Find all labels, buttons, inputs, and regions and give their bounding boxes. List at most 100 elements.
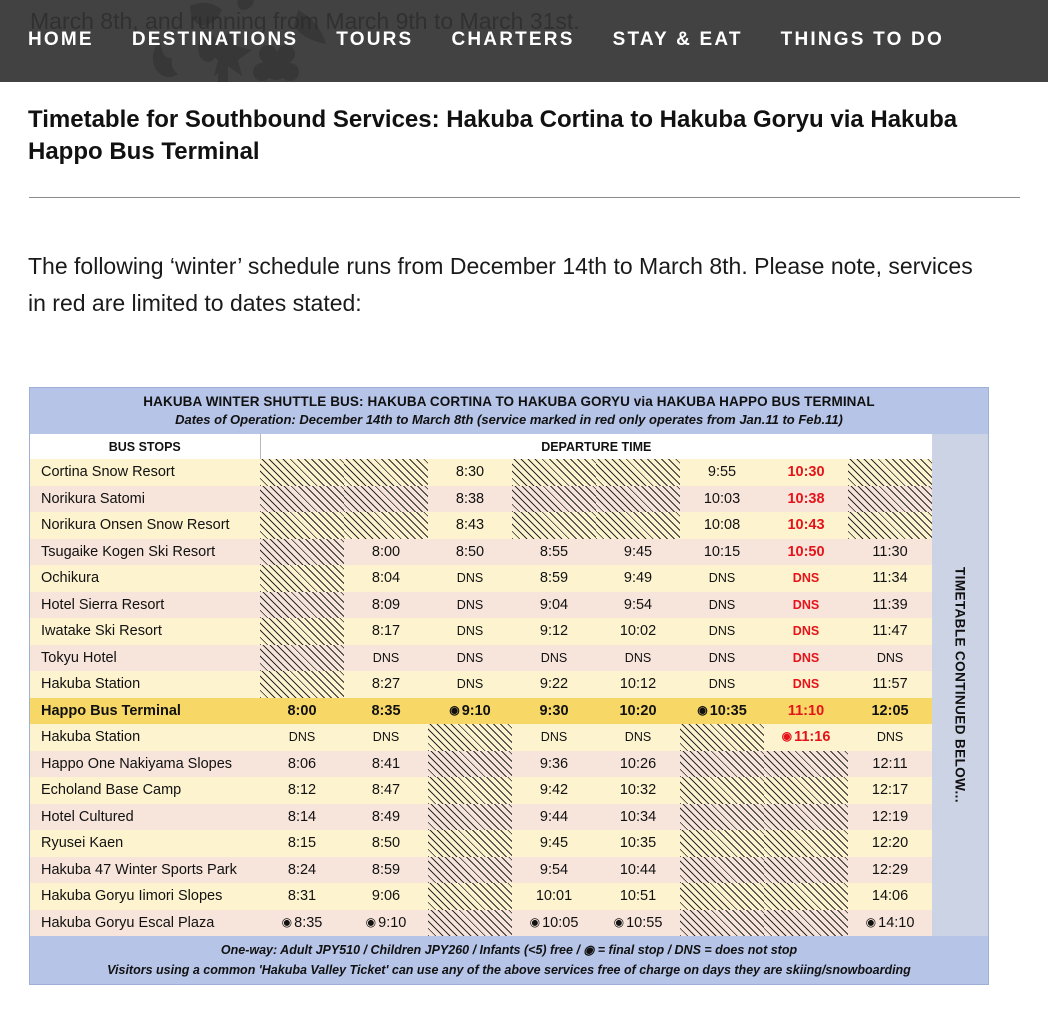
departure-time-cell: 8:09: [344, 591, 428, 618]
departure-time-cell: 8:27: [344, 671, 428, 698]
departure-time-cell: 10:32: [596, 777, 680, 804]
nav-item-stay-and-eat[interactable]: STAY & EAT: [613, 29, 743, 51]
departure-time-cell: 9:49: [596, 565, 680, 592]
no-service-cell: [848, 512, 932, 539]
departure-time-cell: 9:22: [512, 671, 596, 698]
timetable-subtitle: Dates of Operation: December 14th to Mar…: [175, 412, 843, 427]
article-body: Timetable for Southbound Services: Hakub…: [0, 104, 1048, 322]
no-service-cell: [344, 485, 428, 512]
nav-item-charters[interactable]: CHARTERS: [451, 29, 574, 51]
bus-stop-name: Ochikura: [30, 565, 260, 592]
no-service-cell: [764, 856, 848, 883]
does-not-stop-cell: DNS: [512, 724, 596, 751]
no-service-cell: [260, 459, 344, 486]
no-service-cell: [512, 459, 596, 486]
no-service-cell: [596, 459, 680, 486]
no-service-cell: [680, 883, 764, 910]
table-row: Happo One Nakiyama Slopes 8:06 8:41 9:36 10…: [30, 750, 933, 777]
table-row: Ryusei Kaen 8:15 8:50 9:45 10:35 12:20: [30, 830, 933, 857]
departure-time-cell: 10:50: [764, 538, 848, 565]
timetable-table: BUS STOPS DEPARTURE TIME Cortina Snow Re…: [30, 434, 933, 936]
no-service-cell: [260, 565, 344, 592]
does-not-stop-cell: DNS: [428, 591, 512, 618]
no-service-cell: [764, 830, 848, 857]
departure-time-cell: 9:42: [512, 777, 596, 804]
table-row: Hakuba Station DNS DNS DNS DNS ◉ 11:16 DNS: [30, 724, 933, 751]
departure-time-cell: 8:14: [260, 803, 344, 830]
nav-item-things-to-do[interactable]: THINGS TO DO: [781, 29, 944, 51]
no-service-cell: [428, 750, 512, 777]
does-not-stop-cell: DNS: [428, 618, 512, 645]
does-not-stop-cell: DNS: [344, 644, 428, 671]
departure-time-cell: ◉ 9:10: [428, 697, 512, 724]
departure-time-cell: 8:38: [428, 485, 512, 512]
does-not-stop-cell: DNS: [680, 591, 764, 618]
no-service-cell: [512, 512, 596, 539]
final-stop-icon: ◉: [613, 914, 625, 929]
departure-time-cell: ◉ 10:05: [512, 909, 596, 936]
table-row: Norikura Onsen Snow Resort 8:43 10:08 10:…: [30, 512, 932, 539]
table-row: Hakuba 47 Winter Sports Park 8:24 8:59 9:5…: [30, 856, 933, 883]
no-service-cell: [344, 512, 428, 539]
bus-stop-name: Hakuba 47 Winter Sports Park: [30, 856, 260, 883]
does-not-stop-cell: DNS: [428, 565, 512, 592]
departure-time-cell: 8:31: [260, 883, 344, 910]
departure-time-cell: 10:38: [764, 485, 848, 512]
nav-item-tours[interactable]: TOURS: [336, 29, 413, 51]
table-row: Hakuba Goryu Iimori Slopes 8:31 9:06 10:01…: [30, 883, 933, 910]
bus-stop-name: Echoland Base Camp: [30, 777, 260, 804]
departure-time-cell: 12:19: [848, 803, 933, 830]
departure-time-cell: 9:45: [512, 830, 596, 857]
departure-time-cell: 8:30: [428, 459, 512, 486]
final-stop-icon: ◉: [449, 702, 460, 717]
no-service-cell: [596, 512, 680, 539]
does-not-stop-cell: DNS: [764, 618, 848, 645]
departure-time-cell: 8:41: [344, 750, 428, 777]
departure-time-cell: 9:36: [512, 750, 596, 777]
table-row: Hotel Cultured 8:14 8:49 9:44 10:34 12:19: [30, 803, 933, 830]
departure-time-cell: 8:43: [428, 512, 512, 539]
no-service-cell: [428, 830, 512, 857]
nav-item-destinations[interactable]: DESTINATIONS: [132, 29, 298, 51]
departure-time-cell: ◉ 11:16: [764, 724, 848, 751]
no-service-cell: [260, 591, 344, 618]
departure-time-cell: 9:30: [512, 697, 596, 724]
no-service-cell: [764, 777, 848, 804]
no-service-cell: [848, 459, 932, 486]
final-stop-icon: ◉: [697, 702, 708, 717]
final-stop-icon: ◉: [529, 914, 541, 929]
departure-time-cell: ◉ 10:35: [680, 697, 764, 724]
departure-time-cell: 14:06: [848, 883, 933, 910]
departure-time-cell: 10:02: [596, 618, 680, 645]
bus-stop-name: Norikura Onsen Snow Resort: [30, 512, 260, 539]
departure-time-cell: 10:51: [596, 883, 680, 910]
departure-time-cell: 9:45: [596, 538, 680, 565]
departure-time-cell: 12:05: [848, 697, 933, 724]
departure-time-cell: 8:47: [344, 777, 428, 804]
timetable-ticket-note: Visitors using a common 'Hakuba Valley T…: [107, 963, 911, 977]
does-not-stop-cell: DNS: [848, 644, 933, 671]
final-stop-icon: ◉: [281, 914, 293, 929]
no-service-cell: [428, 803, 512, 830]
no-service-cell: [680, 777, 764, 804]
departure-time-cell: ◉ 8:35: [260, 909, 344, 936]
departure-time-cell: ◉ 10:55: [596, 909, 680, 936]
departure-time-cell: 11:47: [848, 618, 933, 645]
no-service-cell: [596, 485, 680, 512]
bus-stop-name: Hotel Sierra Resort: [30, 591, 260, 618]
departure-time-cell: 12:29: [848, 856, 933, 883]
timetable-continued-note: TIMETABLE CONTINUED BELOW...: [932, 434, 988, 936]
timetable-footer: One-way: Adult JPY510 / Children JPY260 …: [30, 936, 988, 984]
table-row: Tokyu Hotel DNS DNS DNS DNS DNS DNS DNS: [30, 644, 933, 671]
departure-time-cell: 9:04: [512, 591, 596, 618]
departure-time-cell: 10:20: [596, 697, 680, 724]
nav-item-home[interactable]: HOME: [28, 29, 94, 51]
departure-time-cell: 10:01: [512, 883, 596, 910]
departure-time-cell: 8:17: [344, 618, 428, 645]
table-row: Happo Bus Terminal 8:00 8:35 ◉ 9:10 9:30 10:20…: [30, 697, 933, 724]
bus-stop-name: Happo Bus Terminal: [30, 697, 260, 724]
departure-time-cell: 8:04: [344, 565, 428, 592]
timetable-rows: Cortina Snow Resort 8:30 9:55 10:30 Norik…: [30, 459, 933, 936]
bus-stop-name: Hakuba Station: [30, 724, 260, 751]
timetable-title: HAKUBA WINTER SHUTTLE BUS: HAKUBA CORTIN…: [143, 394, 875, 409]
